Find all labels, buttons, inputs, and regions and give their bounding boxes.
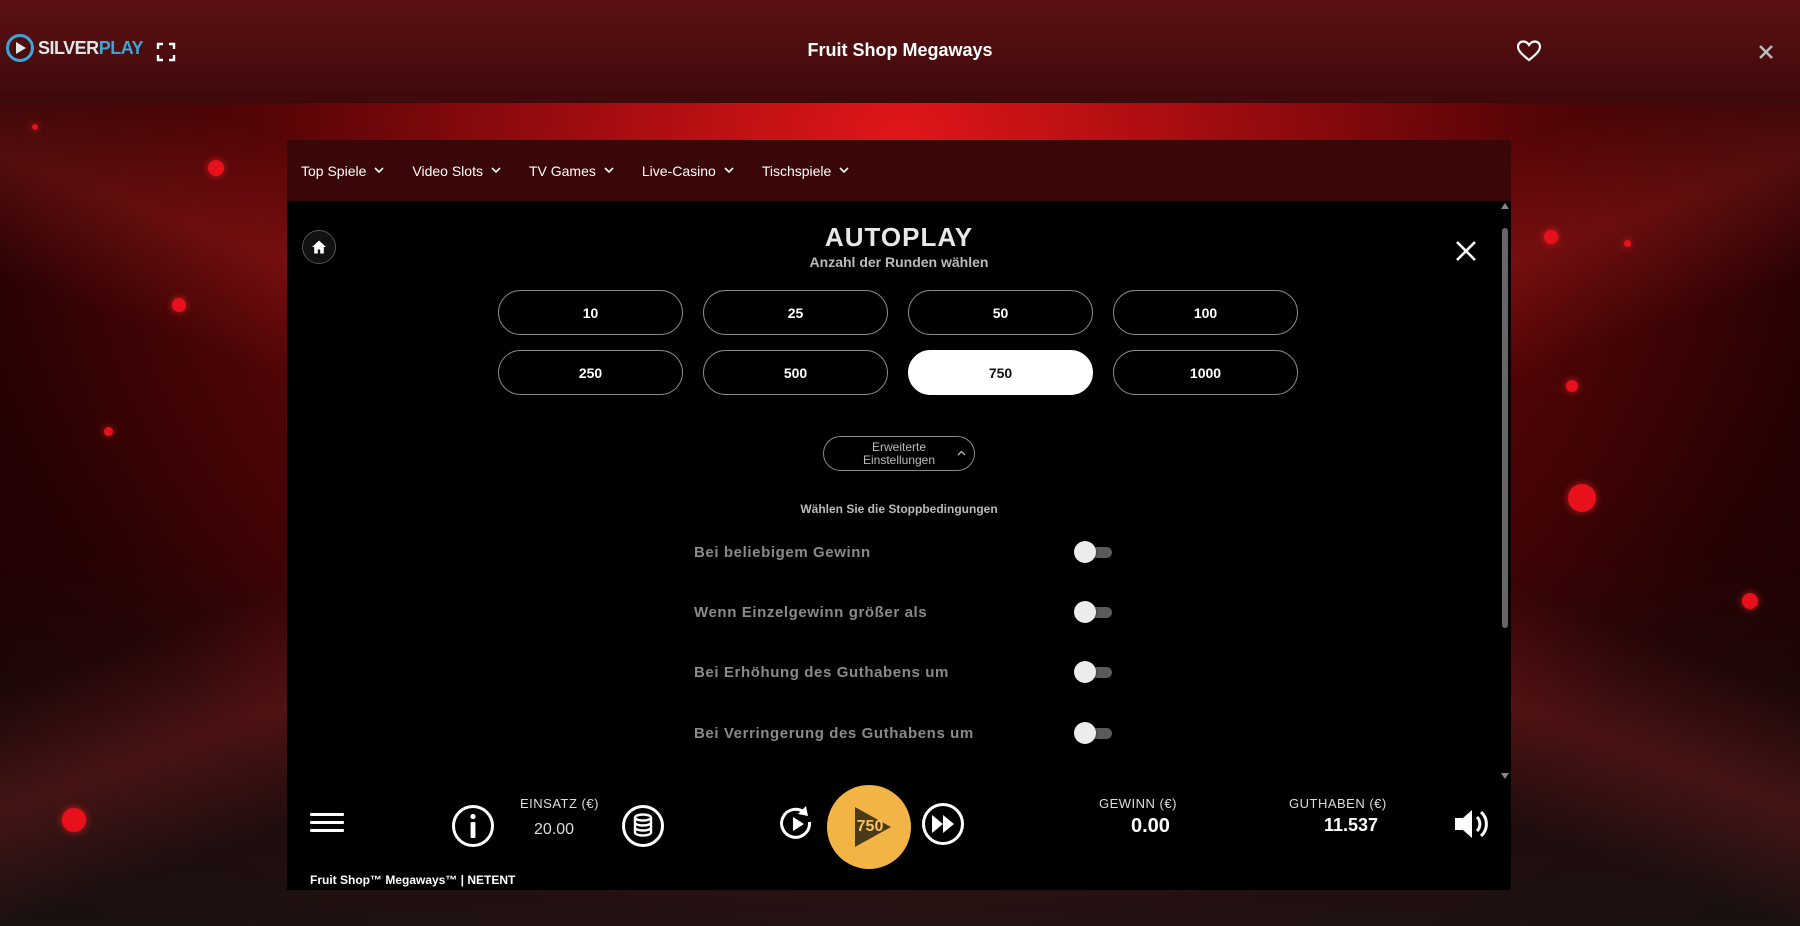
stop-condition-label: Bei beliebigem Gewinn: [694, 543, 871, 561]
bet-label: EINSATZ (€): [520, 796, 599, 811]
nav-top-spiele[interactable]: Top Spiele: [301, 163, 384, 179]
background-dot: [172, 298, 186, 312]
nav-label: Top Spiele: [301, 162, 367, 179]
favorite-heart-icon[interactable]: [1516, 40, 1542, 62]
nav-live-casino[interactable]: Live-Casino: [642, 163, 734, 179]
fast-forward-icon[interactable]: [921, 802, 965, 846]
game-nav: Top Spiele Video Slots TV Games Live-Cas…: [287, 140, 1511, 201]
close-game-icon[interactable]: [1757, 43, 1775, 61]
stop-condition-toggle[interactable]: [1074, 661, 1114, 683]
stop-condition-label: Bei Verringerung des Guthabens um: [694, 724, 974, 742]
chevron-down-icon: [604, 167, 614, 174]
autoplay-replay-icon[interactable]: [775, 802, 819, 846]
stop-condition-row: Wenn Einzelgewinn größer als: [694, 599, 1114, 625]
close-autoplay-icon[interactable]: [1455, 240, 1477, 262]
background-dot: [1742, 593, 1758, 609]
scrollbar[interactable]: [1500, 202, 1510, 780]
spin-autoplay-button[interactable]: 750: [827, 785, 911, 869]
stop-condition-toggle[interactable]: [1074, 722, 1114, 744]
round-option-button[interactable]: 50: [908, 290, 1093, 335]
round-option-button[interactable]: 100: [1113, 290, 1298, 335]
stop-conditions-heading: Wählen Sie die Stoppbedingungen: [800, 502, 998, 516]
spin-count: 750: [856, 818, 884, 835]
chevron-down-icon: [724, 167, 734, 174]
round-option-button[interactable]: 25: [703, 290, 888, 335]
sound-icon[interactable]: [1453, 807, 1489, 841]
nav-video-slots[interactable]: Video Slots: [412, 163, 501, 179]
round-option-button[interactable]: 500: [703, 350, 888, 395]
balance-label: GUTHABEN (€): [1289, 796, 1387, 811]
game-footer: Fruit Shop™ Megaways™ | NETENT: [310, 873, 516, 887]
autoplay-subtitle: Anzahl der Runden wählen: [809, 254, 989, 270]
background-dot: [32, 124, 38, 130]
chevron-up-icon: [957, 450, 966, 456]
menu-icon[interactable]: [310, 810, 344, 836]
background-dot: [208, 160, 224, 176]
stop-condition-row: Bei Verringerung des Guthabens um: [694, 720, 1114, 746]
game-frame: Top Spiele Video Slots TV Games Live-Cas…: [287, 140, 1511, 890]
chevron-down-icon: [839, 167, 849, 174]
scroll-thumb[interactable]: [1502, 228, 1508, 628]
info-icon[interactable]: [451, 804, 495, 848]
scroll-down-arrow-icon[interactable]: [1500, 772, 1510, 780]
round-option-button[interactable]: 750: [908, 350, 1093, 395]
stop-condition-label: Bei Erhöhung des Guthabens um: [694, 663, 949, 681]
nav-label: Tischspiele: [761, 162, 832, 179]
win-value: 0.00: [1131, 815, 1170, 837]
autoplay-title: AUTOPLAY: [824, 222, 974, 252]
chevron-down-icon: [491, 167, 501, 174]
nav-tv-games[interactable]: TV Games: [529, 163, 614, 179]
nav-label: Video Slots: [412, 162, 483, 179]
stop-condition-toggle[interactable]: [1074, 601, 1114, 623]
stop-condition-row: Bei Erhöhung des Guthabens um: [694, 659, 1114, 685]
advanced-settings-label: Erweiterte Einstellungen: [862, 439, 936, 467]
round-option-button[interactable]: 250: [498, 350, 683, 395]
background-dot: [1624, 240, 1631, 247]
background-dot: [1566, 380, 1578, 392]
stop-condition-label: Wenn Einzelgewinn größer als: [694, 603, 928, 621]
round-options: 10 25 50 100 250 500 750 1000: [498, 290, 1298, 395]
stop-condition-row: Bei beliebigem Gewinn: [694, 539, 1114, 565]
background-dot: [104, 427, 113, 436]
advanced-settings-button[interactable]: Erweiterte Einstellungen: [823, 436, 975, 471]
scroll-up-arrow-icon[interactable]: [1500, 202, 1510, 210]
nav-label: TV Games: [528, 162, 596, 179]
background-dot: [62, 808, 86, 832]
round-option-button[interactable]: 1000: [1113, 350, 1298, 395]
top-bar: SILVERPLAY Fruit Shop Megaways: [0, 0, 1800, 103]
coins-stack-icon[interactable]: [621, 804, 665, 848]
background-dot: [1544, 230, 1558, 244]
win-label: GEWINN (€): [1099, 796, 1177, 811]
nav-tischspiele[interactable]: Tischspiele: [762, 163, 850, 179]
stop-condition-toggle[interactable]: [1074, 541, 1114, 563]
chevron-down-icon: [374, 167, 384, 174]
balance-value: 11.537: [1324, 815, 1379, 835]
round-option-button[interactable]: 10: [498, 290, 683, 335]
background-dot: [1568, 484, 1596, 512]
nav-label: Live-Casino: [641, 162, 716, 179]
bet-value: 20.00: [534, 821, 575, 838]
